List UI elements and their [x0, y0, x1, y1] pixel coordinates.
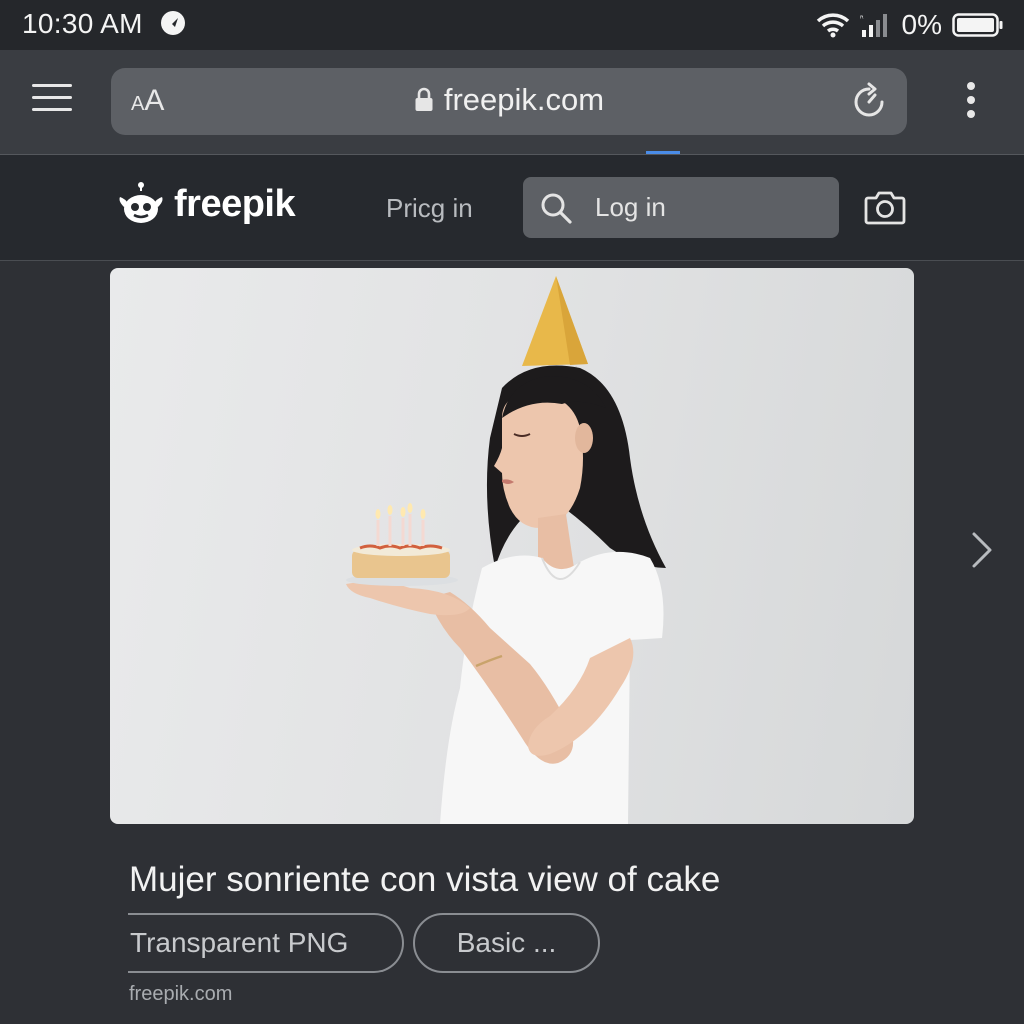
woman-with-birthday-cake-illustration — [346, 276, 666, 824]
camera-icon[interactable] — [864, 187, 906, 227]
lock-icon — [415, 87, 433, 111]
tag-chip-transparent-png[interactable]: Transparent PNG — [128, 913, 404, 973]
result-image[interactable] — [110, 268, 914, 824]
status-bar: 10:30 AM ᴿ 0% — [0, 0, 1024, 50]
freepik-logo-icon — [119, 182, 163, 223]
search-input[interactable]: Log in — [523, 177, 839, 238]
url-text: freepik.com — [443, 82, 605, 117]
pricing-link[interactable]: Pricg in — [386, 193, 473, 224]
tag-chip-basic[interactable]: Basic ... — [413, 913, 600, 973]
menu-icon[interactable] — [32, 84, 72, 118]
url-display[interactable]: freepik.com — [111, 82, 907, 118]
tag-chip-label: Transparent PNG — [130, 927, 349, 958]
chevron-right-icon[interactable] — [966, 528, 998, 572]
result-title[interactable]: Mujer sonriente con vista view of cake — [129, 860, 720, 900]
status-icons: ᴿ 0% — [816, 8, 1004, 42]
more-options-icon[interactable] — [962, 82, 980, 122]
search-placeholder: Log in — [595, 192, 666, 222]
address-bar[interactable]: AA freepik.com — [111, 68, 907, 135]
navigation-icon — [161, 11, 185, 35]
reload-icon[interactable] — [849, 82, 889, 122]
wifi-icon — [816, 13, 849, 38]
search-icon — [541, 193, 572, 224]
page-load-indicator — [646, 151, 680, 154]
freepik-logo[interactable]: freepik — [116, 179, 296, 229]
battery-icon — [952, 13, 1003, 37]
site-header: freepik Pricg in Log in — [0, 155, 1024, 261]
signal-icon: ᴿ — [860, 14, 887, 37]
browser-toolbar: AA freepik.com — [0, 50, 1024, 155]
svg-text:ᴿ: ᴿ — [860, 14, 864, 23]
logo-text: freepik — [174, 182, 296, 225]
tag-chip-label: Basic ... — [456, 927, 557, 958]
result-source[interactable]: freepik.com — [129, 983, 232, 1006]
status-time: 10:30 AM — [22, 8, 143, 39]
battery-percent: 0% — [901, 9, 942, 40]
